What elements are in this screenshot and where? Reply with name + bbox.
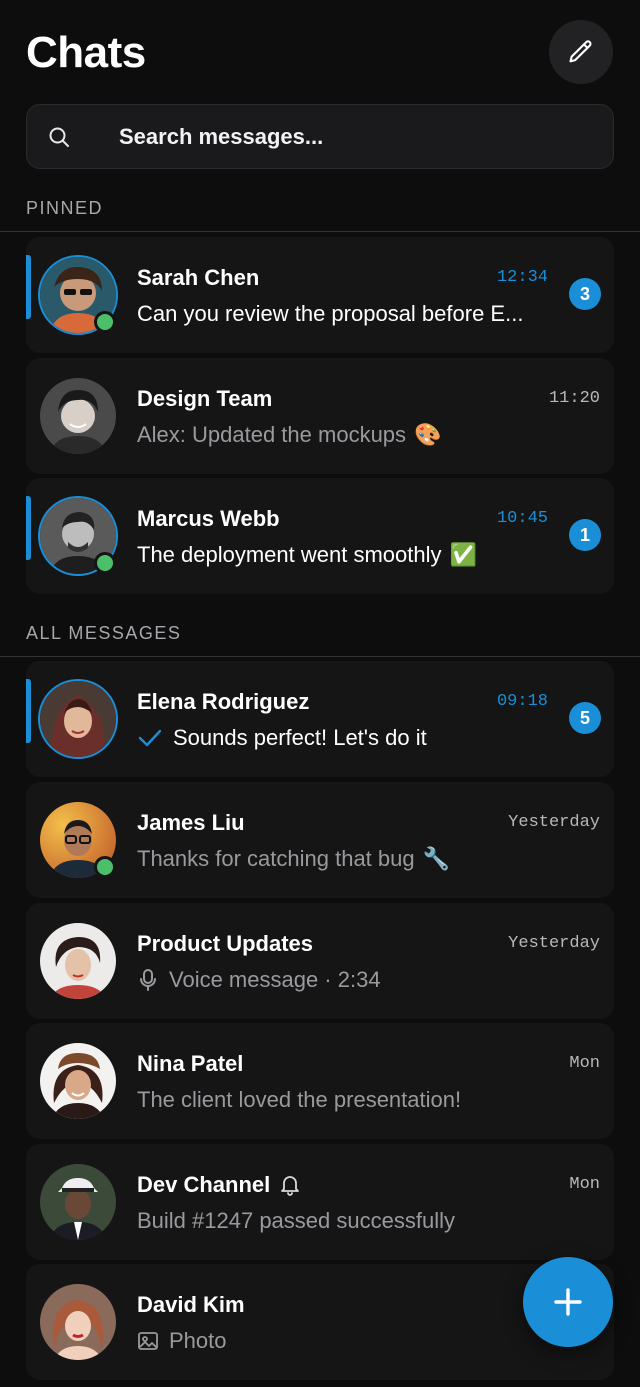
palette-emoji: 🎨 (414, 422, 442, 447)
unread-badge: 1 (569, 519, 601, 551)
chat-name: Elena Rodriguez (137, 689, 310, 714)
chat-time: Mon (569, 1054, 600, 1073)
chat-preview-text: Photo (169, 1328, 227, 1353)
chat-name: Product Updates (137, 931, 314, 956)
chat-time: Yesterday (508, 813, 600, 832)
page-title: Chats (26, 28, 146, 77)
section-label-all-messages: ALL MESSAGES (26, 623, 182, 643)
chat-preview-text: Sounds perfect! Let's do it (173, 725, 427, 750)
chat-row-marcus-webb[interactable]: Marcus Webb 10:45 1 The deployment went … (26, 478, 614, 594)
chat-preview: The client loved the presentation! (137, 1087, 461, 1113)
chat-row-elena-rodriguez[interactable]: Elena Rodriguez 09:18 5 Sounds perfect! … (26, 661, 614, 777)
avatar (40, 378, 116, 454)
chat-name-text: Dev Channel (137, 1172, 271, 1197)
chat-preview-text: Voice message · 2:34 (169, 967, 381, 992)
chat-row-dev-channel[interactable]: Dev Channel Mon Build #1247 passed succe… (26, 1144, 614, 1260)
avatar (40, 1164, 116, 1240)
plus-icon (554, 1288, 582, 1316)
chat-row-sarah-chen[interactable]: Sarah Chen 12:34 3 Can you review the pr… (26, 237, 614, 353)
chat-preview: Photo (137, 1328, 227, 1354)
chat-name: Marcus Webb (137, 506, 280, 531)
chat-name: James Liu (137, 810, 245, 835)
chat-name: Dev Channel (137, 1172, 300, 1198)
search-bar[interactable] (26, 104, 614, 169)
chat-preview: Build #1247 passed successfully (137, 1208, 455, 1234)
chat-row-nina-patel[interactable]: Nina Patel Mon The client loved the pres… (26, 1023, 614, 1139)
pencil-icon (569, 40, 592, 63)
online-indicator (94, 311, 116, 333)
divider (0, 231, 640, 232)
compose-button[interactable] (549, 20, 613, 84)
chat-preview-text: Build #1247 passed successfully (137, 1208, 455, 1233)
unread-accent-bar (26, 496, 31, 560)
unread-badge: 3 (569, 278, 601, 310)
search-input[interactable] (119, 105, 599, 168)
unread-badge: 5 (569, 702, 601, 734)
wrench-emoji: 🔧 (422, 846, 451, 871)
image-icon (138, 1332, 158, 1350)
chat-time: 11:20 (548, 389, 600, 408)
chat-preview: Can you review the proposal before E... (137, 301, 523, 327)
chat-time: 10:45 (496, 509, 548, 528)
avatar (40, 1284, 116, 1360)
avatar (40, 923, 116, 999)
chat-preview: Thanks for catching that bug 🔧 (137, 846, 450, 872)
chat-time: 12:34 (496, 268, 548, 287)
search-icon (49, 127, 69, 147)
chat-preview-text: The deployment went smoothly (137, 542, 442, 567)
chat-row-david-kim[interactable]: David Kim Photo (26, 1264, 614, 1380)
unread-accent-bar (26, 255, 31, 319)
check-mark-emoji: ✅ (449, 542, 477, 567)
unread-accent-bar (26, 679, 31, 743)
check-icon (138, 729, 162, 747)
chat-name: Nina Patel (137, 1051, 244, 1076)
avatar (40, 1043, 116, 1119)
chat-name: Sarah Chen (137, 265, 260, 290)
chat-row-design-team[interactable]: Design Team 11:20 Alex: Updated the mock… (26, 358, 614, 474)
bell-icon (281, 1176, 300, 1196)
chat-preview: Alex: Updated the mockups 🎨 (137, 422, 441, 448)
chat-time: 09:18 (496, 692, 548, 711)
header: Chats (0, 0, 640, 100)
avatar (40, 681, 116, 757)
chat-preview: Sounds perfect! Let's do it (137, 725, 427, 751)
chat-preview: The deployment went smoothly ✅ (137, 542, 477, 568)
online-indicator (94, 856, 116, 878)
online-indicator (94, 552, 116, 574)
chat-preview-text: Can you review the proposal before E... (137, 301, 524, 326)
chat-time: Yesterday (508, 934, 600, 953)
chat-preview-text: The client loved the presentation! (137, 1087, 462, 1112)
chat-preview-text: Alex: Updated the mockups (137, 422, 407, 447)
chat-row-james-liu[interactable]: James Liu Yesterday Thanks for catching … (26, 782, 614, 898)
chat-time: Mon (569, 1175, 600, 1194)
chat-preview-text: Thanks for catching that bug (137, 846, 415, 871)
chat-preview: Voice message · 2:34 (137, 967, 381, 993)
chat-row-product-updates[interactable]: Product Updates Yesterday Voice message … (26, 903, 614, 1019)
chat-name: David Kim (137, 1292, 245, 1317)
divider (0, 656, 640, 657)
new-chat-button[interactable] (523, 1257, 613, 1347)
microphone-icon (140, 969, 156, 991)
section-label-pinned: PINNED (26, 198, 104, 218)
chat-name: Design Team (137, 386, 273, 411)
